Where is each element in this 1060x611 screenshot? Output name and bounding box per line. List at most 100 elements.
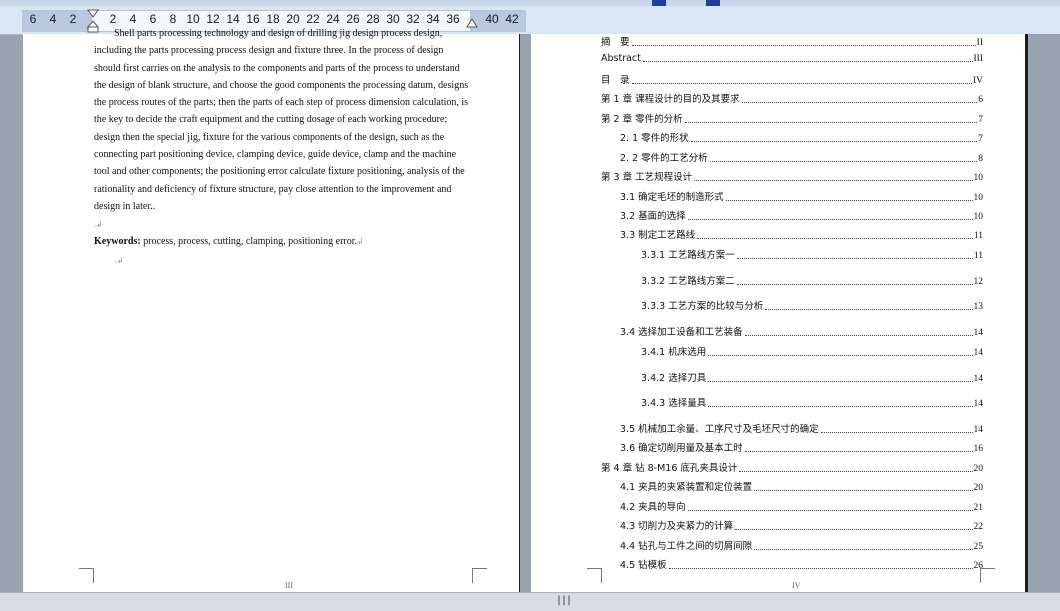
toc-entry[interactable]: 4.5 钻模板 26 — [620, 557, 983, 571]
toc-entry[interactable]: 第 4 章 钻 8-M16 底孔夹具设计 20 — [601, 460, 983, 474]
crop-mark-bottom-left — [587, 568, 602, 583]
ruler-number: 2 — [109, 12, 117, 26]
toc-entry-title: 3.1 确定毛坯的制造形式 — [620, 192, 724, 203]
toc-entry[interactable]: 第 1 章 课程设计的目的及其要求 6 — [601, 91, 983, 105]
toc-entry[interactable]: 4.4 钻孔与工件之间的切屑间隙 25 — [620, 538, 983, 552]
toc-leader-dots — [684, 122, 978, 123]
toc-entry-page: 16 — [973, 444, 984, 454]
toc-entry[interactable]: 第 3 章 工艺规程设计 10 — [601, 169, 983, 183]
toc-entry[interactable]: 摘 要 II — [601, 34, 983, 48]
toc-entry-page: 13 — [973, 302, 984, 312]
toc-entry[interactable]: 目 录 IV — [601, 72, 983, 86]
abstract-line: the process routes of the parts; then th… — [94, 97, 469, 109]
toc-leader-dots — [744, 451, 973, 452]
page-number: III — [285, 581, 293, 590]
toc-leader-dots — [631, 83, 972, 84]
toc-entry-page: 11 — [973, 251, 983, 261]
toc-leader-dots — [690, 141, 978, 142]
toc-entry[interactable]: 3.4.1 机床选用 14 — [641, 344, 983, 358]
toc-entry[interactable]: 3.2 基面的选择 10 — [620, 208, 983, 222]
toc-entry-page: 21 — [973, 503, 984, 513]
toc-leader-dots — [754, 549, 973, 550]
toc-entry-page: 22 — [973, 522, 984, 532]
paragraph-mark: .↲ — [94, 220, 103, 229]
toc-entry[interactable]: 3.4 选择加工设备和工艺装备 14 — [620, 324, 983, 338]
toc-entry-title: 目 录 — [601, 75, 630, 86]
toc-entry[interactable]: 3.5 机械加工余量、工序尺寸及毛坯尺寸的确定 14 — [620, 421, 983, 435]
toc-entry-page: 11 — [973, 231, 983, 241]
toc-entry-title: 3.3.1 工艺路线方案一 — [641, 250, 735, 261]
toc-entry[interactable]: 4.2 夹具的导向 21 — [620, 499, 983, 513]
scroll-grip-icon[interactable]: ||| — [556, 595, 572, 606]
toc-entry[interactable]: 4.3 切削力及夹紧力的计算 22 — [620, 518, 983, 532]
horizontal-scrollbar[interactable] — [0, 592, 1060, 611]
keywords-line: Keywords: process, process, cutting, cla… — [94, 236, 364, 247]
ruler-number: 18 — [266, 12, 280, 26]
toc-entry-page: 25 — [973, 542, 984, 552]
ruler-number: 20 — [286, 12, 300, 26]
toc-entry[interactable]: 3.3.3 工艺方案的比较与分析 13 — [641, 298, 983, 312]
toc-entry-page: 10 — [973, 173, 984, 183]
abstract-line: tool and other components; the positioni… — [94, 166, 465, 178]
abstract-line: connecting part positioning device, clam… — [94, 149, 457, 161]
toc-leader-dots — [708, 381, 973, 382]
toc-leader-dots — [765, 309, 973, 310]
page-gap — [520, 34, 530, 592]
toc-leader-dots — [668, 568, 973, 569]
toc-leader-dots — [736, 284, 973, 285]
toc-entry[interactable]: Abstract III — [601, 53, 983, 64]
toc-leader-dots — [739, 471, 973, 472]
toc-entry-title: 3.3 制定工艺路线 — [620, 230, 696, 241]
toc-entry-title: 3.4.3 选择量具 — [641, 398, 707, 409]
toc-entry-page: 6 — [978, 95, 983, 105]
toc-entry-title: 4.4 钻孔与工件之间的切屑间隙 — [620, 541, 753, 552]
toc-entry[interactable]: 第 2 章 零件的分析 7 — [601, 111, 983, 125]
toc-leader-dots — [631, 45, 976, 46]
abstract-line: design then the special jig, fixture for… — [94, 131, 445, 143]
toc-entry[interactable]: 3.4.2 选择刀具 14 — [641, 370, 983, 384]
toc-entry[interactable]: 2. 1 零件的形状 7 — [620, 130, 983, 144]
toc-entry[interactable]: 2. 2 零件的工艺分析 8 — [620, 150, 983, 164]
toc-entry[interactable]: 4.1 夹具的夹紧装置和定位装置 20 — [620, 479, 983, 493]
toc-entry-title: 3.6 确定切削用量及基本工时 — [620, 443, 743, 454]
toc-entry[interactable]: 3.1 确定毛坯的制造形式 10 — [620, 189, 983, 203]
toc-entry-title: 第 2 章 零件的分析 — [601, 114, 683, 125]
toc-entry-title: 第 3 章 工艺规程设计 — [601, 172, 693, 183]
toc-leader-dots — [687, 510, 973, 511]
ruler-number: 36 — [446, 12, 460, 26]
toc-entry[interactable]: 3.6 确定切削用量及基本工时 16 — [620, 440, 983, 454]
toc-entry-title: 4.2 夹具的导向 — [620, 502, 686, 513]
toc-leader-dots — [741, 102, 978, 103]
ruler-number: 22 — [306, 12, 320, 26]
toc-entry-page: 7 — [978, 115, 983, 125]
ruler-number: 28 — [366, 12, 380, 26]
page-number: IV — [792, 581, 801, 590]
toc-entry[interactable]: 3.4.3 选择量具 14 — [641, 395, 983, 409]
toc-entry-page: 8 — [978, 154, 983, 164]
toc-leader-dots — [697, 238, 973, 239]
toc-entry-page: 12 — [973, 277, 984, 287]
toc-leader-dots — [735, 529, 973, 530]
toc-entry-page: 20 — [973, 464, 984, 474]
toc-entry-title: 2. 2 零件的工艺分析 — [620, 153, 708, 164]
ruler-top-strip — [0, 0, 1060, 6]
abstract-line: design in later.. — [94, 200, 156, 212]
toc-entry-title: 3.3.3 工艺方案的比较与分析 — [641, 301, 764, 312]
toc-entry-page: 14 — [973, 399, 984, 409]
toc-entry-page: 14 — [973, 374, 984, 384]
toc-entry-page: 20 — [973, 483, 984, 493]
toc-entry-title: 第 1 章 课程设计的目的及其要求 — [601, 94, 740, 105]
toc-entry[interactable]: 3.3.2 工艺路线方案二 12 — [641, 273, 983, 287]
toc-entry-page: 14 — [973, 348, 984, 358]
toc-entry-title: 摘 要 — [601, 37, 630, 48]
toc-entry-title: 第 4 章 钻 8-M16 底孔夹具设计 — [601, 463, 738, 474]
toc-entry-title: 3.3.2 工艺路线方案二 — [641, 276, 735, 287]
ruler-number: 6 — [29, 12, 37, 26]
ruler-number: 4 — [129, 12, 137, 26]
ruler-number: 32 — [406, 12, 420, 26]
ruler-number: 30 — [386, 12, 400, 26]
toc-entry[interactable]: 3.3 制定工艺路线 11 — [620, 227, 983, 241]
toc-leader-dots — [709, 161, 978, 162]
toc-entry[interactable]: 3.3.1 工艺路线方案一 11 — [641, 247, 983, 261]
ruler-number: 10 — [186, 12, 200, 26]
